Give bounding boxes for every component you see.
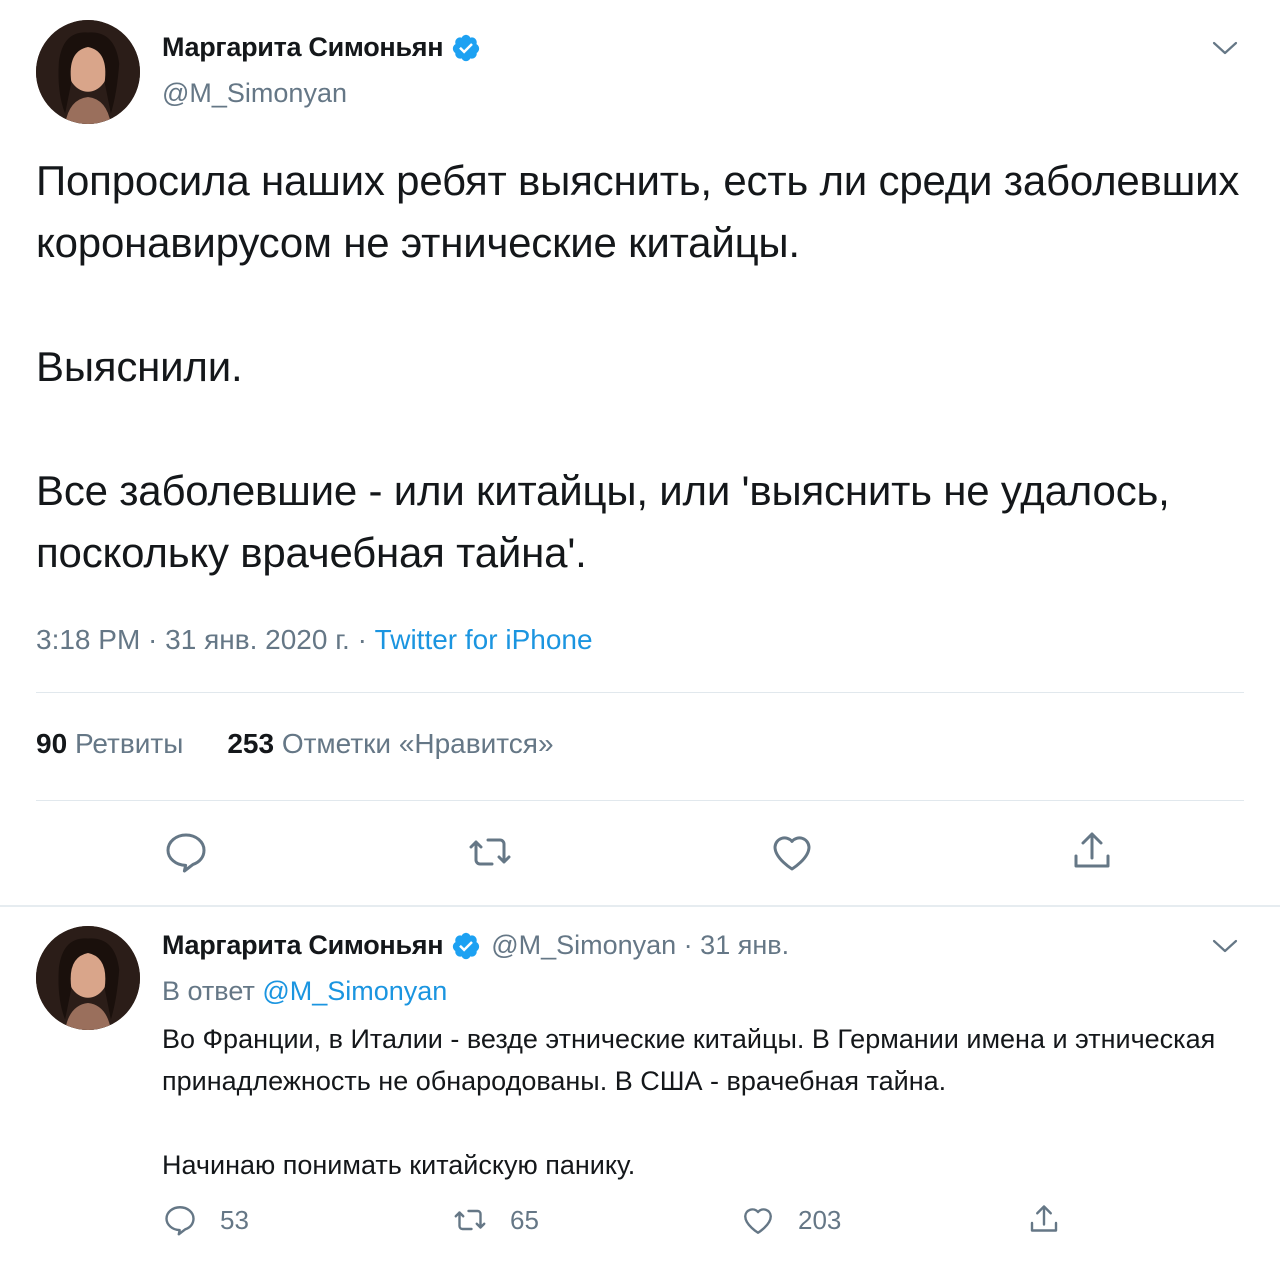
- tweet-separator: [0, 905, 1280, 907]
- reply-author-name[interactable]: Маргарита Симоньян: [162, 930, 444, 961]
- avatar-image-icon: [36, 20, 140, 124]
- tweet-timestamp[interactable]: 3:18 PM · 31 янв. 2020 г. ·: [36, 624, 375, 655]
- like-button[interactable]: 203: [740, 1202, 841, 1238]
- tweet-meta: 3:18 PM · 31 янв. 2020 г. · Twitter for …: [36, 624, 593, 656]
- like-icon: [773, 836, 811, 871]
- divider: [36, 692, 1244, 693]
- avatar-image-icon: [36, 926, 140, 1030]
- retweet-button[interactable]: [466, 828, 514, 876]
- share-icon: [1026, 1202, 1062, 1238]
- share-button[interactable]: [1026, 1202, 1084, 1238]
- reply-to-mention[interactable]: @M_Simonyan: [262, 976, 447, 1006]
- tweet-text: Попросила наших ребят выяснить, есть ли …: [36, 157, 1240, 576]
- like-icon: [740, 1202, 776, 1238]
- chevron-down-icon[interactable]: [1210, 936, 1240, 956]
- tweet-stats: 90 Ретвиты 253 Отметки «Нравится»: [36, 728, 554, 760]
- reply-icon: [166, 833, 206, 873]
- retweet-count: 65: [510, 1204, 539, 1235]
- verified-badge-icon: [451, 931, 481, 961]
- author-name-row: Маргарита Симоньян: [162, 32, 481, 63]
- like-count: 203: [798, 1204, 842, 1235]
- retweet-icon: [469, 838, 511, 866]
- author-avatar[interactable]: [36, 20, 140, 124]
- likes-count: 253: [227, 728, 275, 759]
- divider: [36, 800, 1244, 801]
- verified-badge-icon: [451, 33, 481, 63]
- retweets-stat[interactable]: 90 Ретвиты: [36, 728, 183, 760]
- retweet-button[interactable]: 65: [452, 1202, 539, 1238]
- likes-stat[interactable]: 253 Отметки «Нравится»: [227, 728, 553, 760]
- reply-to-line: В ответ @M_Simonyan: [162, 976, 447, 1007]
- reply-icon: [162, 1202, 198, 1238]
- reply-count: 53: [220, 1204, 249, 1235]
- retweets-label: Ретвиты: [74, 728, 184, 759]
- reply-button[interactable]: 53: [162, 1202, 249, 1238]
- likes-label: Отметки «Нравится»: [281, 728, 554, 759]
- chevron-down-icon[interactable]: [1210, 38, 1240, 58]
- share-button[interactable]: [1068, 828, 1116, 876]
- retweets-count: 90: [36, 728, 68, 759]
- reply-handle-date[interactable]: @M_Simonyan · 31 янв.: [491, 930, 789, 961]
- reply-author-avatar[interactable]: [36, 926, 140, 1030]
- author-handle[interactable]: @M_Simonyan: [162, 78, 347, 109]
- like-button[interactable]: [768, 828, 816, 876]
- tweet-source-link[interactable]: Twitter for iPhone: [375, 624, 593, 655]
- reply-button[interactable]: [162, 828, 210, 876]
- main-tweet: Маргарита Симоньян @M_Simonyan Попросила…: [0, 0, 1280, 905]
- retweet-icon: [452, 1202, 488, 1238]
- reply-header: Маргарита Симоньян @M_Simonyan · 31 янв.: [162, 930, 789, 961]
- reply-to-prefix: В ответ: [162, 976, 263, 1006]
- reply-text: Во Франции, в Италии - везде этнические …: [162, 1024, 1216, 1180]
- author-name[interactable]: Маргарита Симоньян: [162, 32, 444, 63]
- share-icon: [1074, 832, 1110, 868]
